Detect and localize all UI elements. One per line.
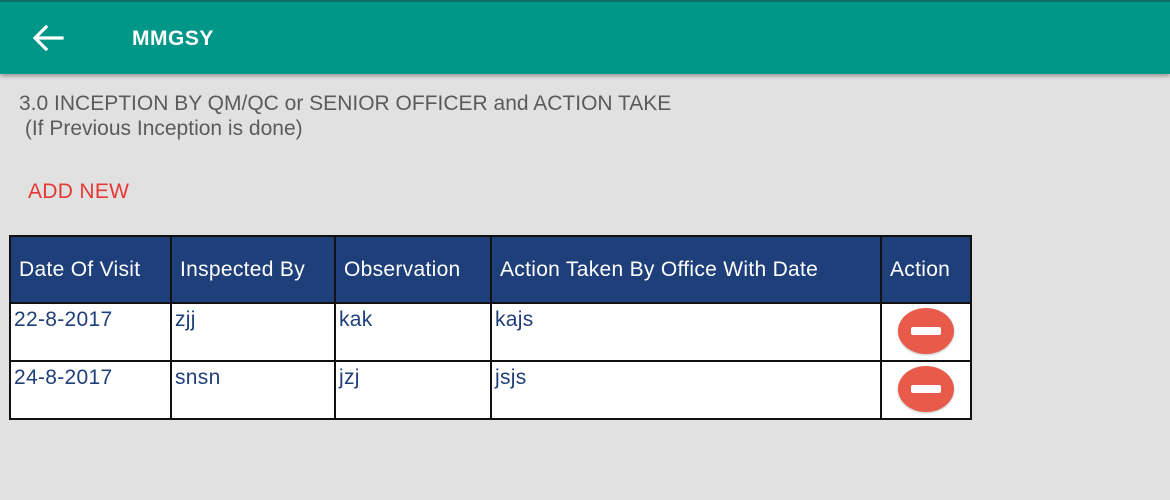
- table-row: 22-8-2017 zjj kak kajs: [9, 302, 972, 362]
- cell-action-taken: jsjs: [490, 360, 882, 420]
- app-title: MMGSY: [132, 27, 214, 50]
- app-bar: MMGSY: [0, 0, 1170, 74]
- remove-bar: [911, 385, 941, 393]
- remove-circle-icon[interactable]: [898, 366, 954, 412]
- cell-observation: kak: [334, 302, 492, 362]
- remove-circle-icon[interactable]: [898, 308, 954, 354]
- back-button[interactable]: [26, 16, 70, 60]
- column-header-action-taken: Action Taken By Office With Date: [490, 235, 882, 304]
- column-header-inspected-by: Inspected By: [170, 235, 336, 304]
- arrow-back-icon: [32, 24, 64, 52]
- cell-date: 24-8-2017: [9, 360, 172, 420]
- section-heading: 3.0 INCEPTION BY QM/QC or SENIOR OFFICER…: [19, 92, 672, 140]
- table-row: 24-8-2017 snsn jzj jsjs: [9, 360, 972, 420]
- column-header-observation: Observation: [334, 235, 492, 304]
- cell-inspected-by: zjj: [170, 302, 336, 362]
- cell-action-taken: kajs: [490, 302, 882, 362]
- cell-action: [880, 302, 972, 362]
- cell-date: 22-8-2017: [9, 302, 172, 362]
- column-header-action: Action: [880, 235, 972, 304]
- column-header-date: Date Of Visit: [9, 235, 172, 304]
- cell-action: [880, 360, 972, 420]
- add-new-button[interactable]: ADD NEW: [28, 180, 129, 204]
- table-header-row: Date Of Visit Inspected By Observation A…: [9, 235, 972, 304]
- remove-bar: [911, 327, 941, 335]
- cell-inspected-by: snsn: [170, 360, 336, 420]
- cell-observation: jzj: [334, 360, 492, 420]
- inspection-table: Date Of Visit Inspected By Observation A…: [9, 235, 972, 420]
